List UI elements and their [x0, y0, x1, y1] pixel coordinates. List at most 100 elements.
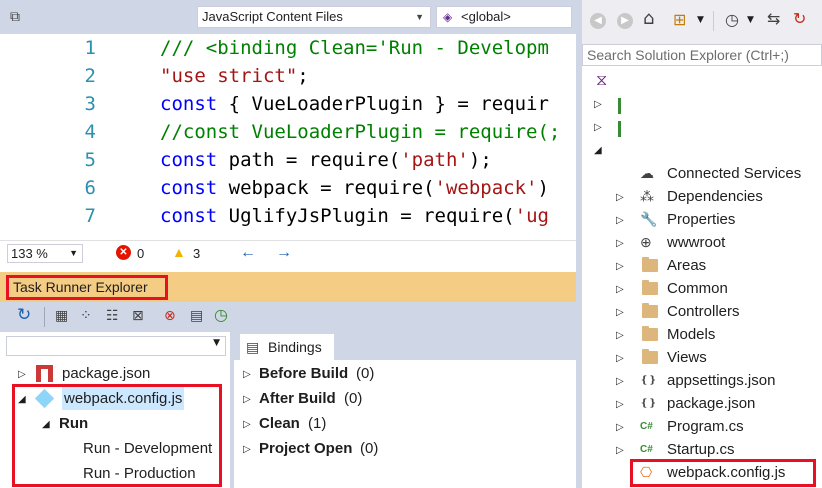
solution-item[interactable]: ▷ Controllers: [612, 300, 817, 323]
chevron-down-icon[interactable]: ▼: [697, 15, 704, 25]
code-line[interactable]: 6 const webpack = require('webpack'): [0, 174, 576, 202]
project-node[interactable]: ▷: [582, 119, 642, 139]
binding-count: (1): [308, 415, 327, 432]
project-dropdown[interactable]: JavaScript Content Files ▼: [197, 6, 431, 28]
chevron-down-icon: ▼: [69, 248, 78, 258]
task-tree-item-package-json[interactable]: ▷ package.json: [0, 362, 230, 385]
chevron-right-icon[interactable]: ▷: [616, 393, 624, 416]
history-icon[interactable]: ◷: [214, 307, 228, 323]
project-node-marker: [618, 121, 621, 137]
tree-view-icon[interactable]: ☷: [106, 308, 119, 324]
scope-dropdown[interactable]: ◈ <global>: [436, 6, 572, 28]
binding-item[interactable]: ▷ Clean (1): [234, 412, 564, 435]
solution-search-input[interactable]: Search Solution Explorer (Ctrl+;): [582, 44, 822, 66]
solution-item[interactable]: ▷ Views: [612, 346, 817, 369]
code-token: webpack = require(: [217, 177, 435, 199]
split-window-icon[interactable]: ⧉: [10, 9, 20, 25]
code-text: const { VueLoaderPlugin } = requir: [160, 90, 549, 118]
chevron-right-icon[interactable]: ▷: [243, 438, 251, 461]
chevron-right-icon[interactable]: ▷: [616, 186, 624, 209]
clear-icon[interactable]: ⊗: [164, 308, 176, 324]
code-line[interactable]: 3 const { VueLoaderPlugin } = requir: [0, 90, 576, 118]
editor-navigation-bar: ⧉ JavaScript Content Files ▼ ◈ <global>: [0, 0, 576, 34]
chevron-right-icon[interactable]: ▷: [616, 347, 624, 370]
error-icon[interactable]: ✕: [116, 245, 131, 260]
binding-item[interactable]: ▷ After Build (0): [234, 387, 564, 410]
solution-item[interactable]: ▷ ❴❵ package.json: [612, 392, 817, 415]
arrow-left-icon[interactable]: ←: [240, 243, 256, 262]
code-token: path = require(: [217, 149, 401, 171]
list-icon[interactable]: ▤: [190, 308, 203, 324]
arrow-right-icon[interactable]: →: [276, 243, 292, 262]
chevron-right-icon[interactable]: ▷: [616, 324, 624, 347]
refresh-icon[interactable]: ↻: [793, 11, 806, 27]
binding-name: After Build: [259, 390, 336, 407]
task-tree-dropdown[interactable]: ▼: [6, 336, 226, 356]
solution-item[interactable]: ▷ 🔧 Properties: [612, 208, 817, 231]
chevron-down-icon[interactable]: ◢: [594, 145, 602, 156]
tab-bindings[interactable]: ▤ Bindings: [240, 334, 334, 360]
grid-view-icon[interactable]: ⁘: [80, 308, 92, 324]
chevron-right-icon[interactable]: ▷: [616, 439, 624, 462]
solution-item[interactable]: ☁ Connected Services: [612, 162, 817, 185]
project-node-expanded[interactable]: ◢: [582, 142, 642, 162]
forward-icon[interactable]: ▶: [617, 13, 633, 29]
binding-item[interactable]: ▷ Before Build (0): [234, 362, 564, 385]
solution-item[interactable]: ▷ ⊕ wwwroot: [612, 231, 817, 254]
pending-changes-icon[interactable]: ◷: [725, 12, 739, 28]
code-token: const: [160, 177, 218, 199]
switch-views-icon[interactable]: ⊞: [673, 12, 686, 28]
code-token: const: [160, 149, 218, 171]
chevron-right-icon[interactable]: ▷: [18, 363, 26, 386]
binding-item[interactable]: ▷ Project Open (0): [234, 437, 564, 460]
solution-item[interactable]: ▷ Models: [612, 323, 817, 346]
wrench-icon: 🔧: [640, 211, 658, 227]
code-line[interactable]: 5 const path = require('path');: [0, 146, 576, 174]
chevron-right-icon[interactable]: ▷: [594, 122, 602, 133]
code-line[interactable]: 2 "use strict";: [0, 62, 576, 90]
warning-icon[interactable]: ▲: [172, 244, 186, 261]
code-line[interactable]: 4 //const VueLoaderPlugin = require(;: [0, 118, 576, 146]
solution-item[interactable]: ▷ C# Startup.cs: [612, 438, 817, 461]
binding-name: Project Open: [259, 440, 353, 457]
chevron-right-icon[interactable]: ▷: [243, 363, 251, 386]
chevron-right-icon[interactable]: ▷: [616, 209, 624, 232]
chevron-right-icon[interactable]: ▷: [594, 99, 602, 110]
code-token: UglifyJsPlugin = require(: [217, 205, 515, 227]
chevron-right-icon[interactable]: ▷: [243, 413, 251, 436]
sync-icon[interactable]: ⇆: [767, 11, 780, 27]
back-icon[interactable]: ◀: [590, 13, 606, 29]
csharp-file-icon: C#: [640, 444, 653, 455]
chevron-right-icon[interactable]: ▷: [616, 370, 624, 393]
refresh-icon[interactable]: ↻: [17, 307, 31, 324]
solution-item-label: Areas: [667, 257, 707, 274]
home-icon[interactable]: ⌂: [643, 10, 654, 28]
solution-item[interactable]: ▷ ⁂ Dependencies: [612, 185, 817, 208]
chevron-right-icon[interactable]: ▷: [243, 388, 251, 411]
solution-item[interactable]: ▷ C# Program.cs: [612, 415, 817, 438]
chevron-right-icon[interactable]: ▷: [616, 278, 624, 301]
zoom-dropdown[interactable]: 133 % ▼: [7, 244, 83, 263]
solution-node[interactable]: ⧖: [596, 71, 614, 89]
project-node[interactable]: ▷: [582, 96, 642, 116]
line-number: 3: [84, 93, 96, 115]
code-editor[interactable]: 1 /// <binding Clean='Run - Developm 2 "use…: [0, 34, 576, 240]
json-file-icon: ❴❵: [640, 375, 657, 386]
chevron-right-icon[interactable]: ▷: [616, 232, 624, 255]
solution-item-label: appsettings.json: [667, 372, 776, 389]
solution-item[interactable]: ▷ Common: [612, 277, 817, 300]
chevron-down-icon[interactable]: ▼: [747, 15, 754, 25]
task-tree-panel: ▼ ▷ package.json ◢ webpack.config.js ◢ R…: [0, 332, 230, 488]
remove-binding-icon[interactable]: ⊠: [132, 308, 144, 324]
split-view-icon[interactable]: ▦: [55, 308, 68, 324]
binding-count: (0): [360, 440, 379, 457]
solution-item[interactable]: ▷ Areas: [612, 254, 817, 277]
chevron-right-icon[interactable]: ▷: [616, 255, 624, 278]
chevron-right-icon[interactable]: ▷: [616, 301, 624, 324]
solution-item[interactable]: ▷ ❴❵ appsettings.json: [612, 369, 817, 392]
line-number: 4: [84, 121, 96, 143]
code-token: );: [468, 149, 492, 171]
chevron-right-icon[interactable]: ▷: [616, 416, 624, 439]
code-line[interactable]: 1 /// <binding Clean='Run - Developm: [0, 34, 576, 62]
code-line[interactable]: 7 const UglifyJsPlugin = require('ug: [0, 202, 576, 230]
